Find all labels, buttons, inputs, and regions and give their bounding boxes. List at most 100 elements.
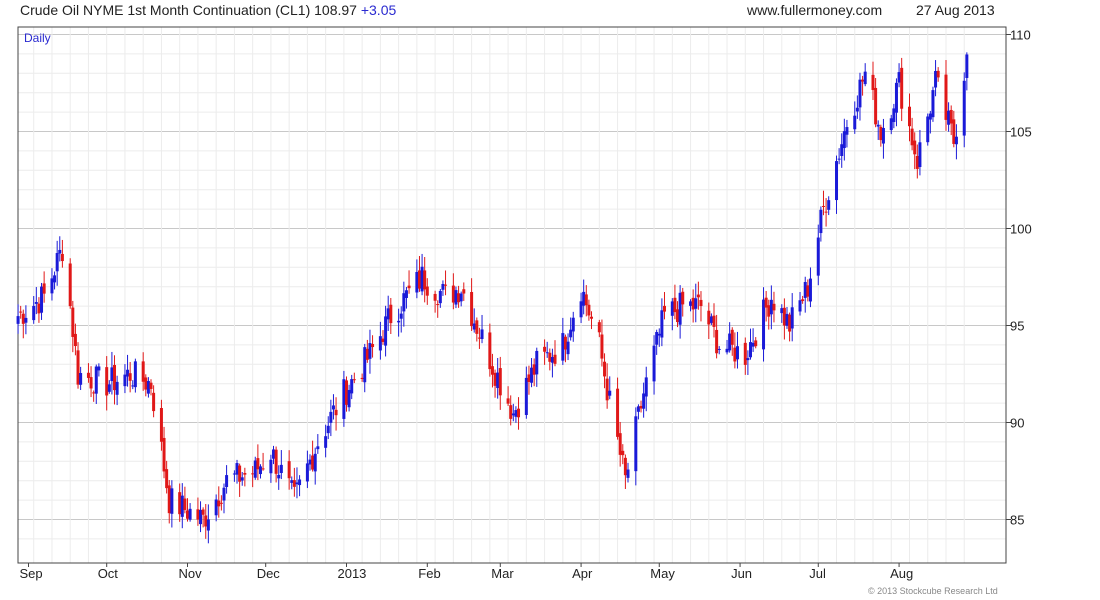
x-tick-label: Jul [809, 566, 826, 581]
candle-body [696, 294, 700, 298]
candle-body [728, 333, 732, 351]
candle-body [605, 378, 609, 401]
candle-body [55, 253, 59, 272]
candle-body [60, 253, 64, 262]
candle-body [897, 72, 901, 83]
candle-body [743, 342, 747, 365]
candle-body [842, 131, 846, 149]
candle-body [21, 313, 25, 324]
candle-body [524, 377, 528, 415]
candle-body [894, 82, 898, 113]
candle-body [579, 301, 583, 318]
candle-body [694, 298, 698, 309]
candle-body [126, 369, 130, 377]
candle-body [128, 373, 132, 381]
candle-body [152, 392, 156, 412]
x-tick-label: Dec [257, 566, 281, 581]
candle-body [511, 413, 515, 416]
candle-body [204, 515, 208, 527]
candle-body [548, 352, 552, 362]
candle-body [498, 368, 502, 396]
candle-body [689, 301, 693, 306]
candle-body [835, 161, 839, 201]
candle-body [324, 436, 328, 448]
candle-body [788, 314, 792, 332]
candle-body [371, 343, 375, 348]
candle-body [222, 487, 226, 501]
candle-body [40, 286, 44, 313]
x-tick-label: Feb [418, 566, 440, 581]
candle-body [527, 374, 531, 382]
candle-body [225, 475, 229, 488]
candle-body [751, 342, 755, 347]
candle-body [506, 398, 510, 404]
candle-body [827, 200, 831, 210]
candle-body [530, 367, 534, 383]
candle-body [258, 466, 262, 475]
candle-body [762, 299, 766, 350]
candle-body [803, 281, 807, 298]
candle-body [543, 346, 547, 352]
candle-body [360, 377, 364, 379]
candle-body [144, 377, 148, 390]
candle-body [313, 453, 317, 472]
candle-body [256, 458, 260, 470]
candle-body [363, 347, 367, 383]
candle-body [199, 509, 203, 525]
candle-body [417, 270, 421, 289]
candle-body [397, 320, 401, 323]
candle-body [907, 106, 911, 127]
candle-body [801, 299, 805, 302]
candle-body [329, 411, 333, 423]
candle-body [488, 332, 492, 370]
candle-body [603, 361, 607, 377]
candle-body [352, 379, 356, 381]
candle-body [123, 374, 127, 387]
candle-body [274, 449, 278, 474]
candle-body [858, 79, 862, 108]
candle-body [952, 119, 956, 144]
candle-body [24, 317, 28, 323]
candle-body [146, 381, 150, 394]
candle-body [910, 128, 914, 146]
candle-body [965, 54, 969, 78]
copyright-notice: © 2013 Stockcube Research Ltd [868, 586, 998, 596]
y-tick-label: 100 [1010, 222, 1032, 237]
candle-body [582, 291, 586, 306]
candle-body [853, 115, 857, 130]
candle-body [420, 266, 424, 292]
candle-body [436, 304, 440, 306]
candle-body [251, 473, 255, 475]
candle-body [879, 126, 883, 141]
candle-body [19, 311, 23, 313]
candle-body [626, 469, 630, 478]
candle-body [733, 347, 737, 362]
candle-body [365, 348, 369, 360]
candle-body [584, 294, 588, 306]
candle-body [305, 463, 309, 482]
candle-body [243, 472, 247, 475]
candle-body [334, 409, 338, 416]
candle-body [947, 110, 951, 125]
candle-body [58, 249, 62, 254]
candle-body [660, 310, 664, 338]
candle-body [517, 408, 521, 418]
candle-body [571, 317, 575, 332]
candle-body [53, 275, 57, 283]
candle-body [407, 285, 411, 289]
candle-body [423, 270, 427, 290]
x-tick-label: Aug [890, 566, 913, 581]
candle-body [569, 329, 573, 338]
candle-body [214, 499, 218, 516]
candle-body [913, 140, 917, 155]
candle-body [37, 303, 41, 314]
candle-body [673, 297, 677, 313]
candle-body [550, 357, 554, 363]
candle-body [780, 308, 784, 314]
candle-body [819, 209, 823, 234]
candle-body [425, 286, 429, 296]
y-tick-label: 95 [1010, 319, 1024, 334]
x-tick-label: Jun [731, 566, 752, 581]
candle-body [97, 366, 101, 371]
candle-body [681, 291, 685, 305]
